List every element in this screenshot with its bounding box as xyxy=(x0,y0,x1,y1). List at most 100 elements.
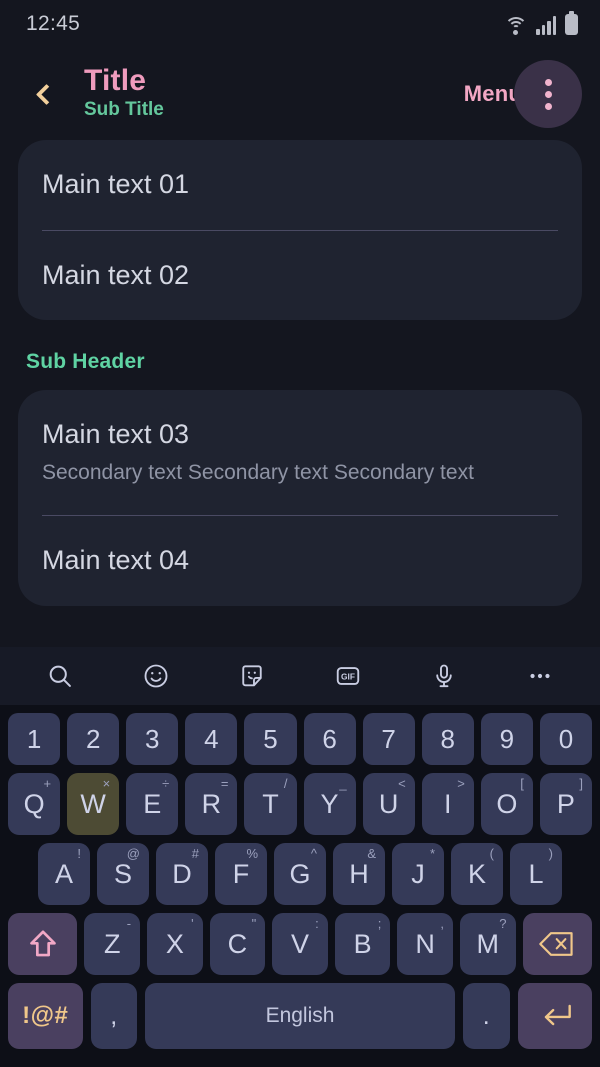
shift-arrow-icon xyxy=(29,930,56,957)
key-t[interactable]: / T xyxy=(244,773,297,835)
key-d-sup: # xyxy=(191,846,199,861)
battery-icon xyxy=(565,10,578,35)
key-o-sup: [ xyxy=(520,776,524,791)
key-2[interactable]: 2 xyxy=(67,713,120,765)
key-x[interactable]: ' X xyxy=(147,913,203,975)
key-q-label: Q xyxy=(23,788,45,819)
back-button[interactable] xyxy=(22,72,66,116)
key-u[interactable]: < U xyxy=(362,773,415,835)
key-6[interactable]: 6 xyxy=(303,713,356,765)
key-p-label: P xyxy=(556,788,575,819)
key-m-label: M xyxy=(476,928,499,959)
key-p[interactable]: ] P xyxy=(539,773,592,835)
card-one: Main text 01 Main text 02 xyxy=(18,140,582,321)
shift-key[interactable] xyxy=(8,913,78,975)
key-m[interactable]: ? M xyxy=(459,913,516,975)
key-e[interactable]: ÷ E xyxy=(126,773,179,835)
key-1[interactable]: 1 xyxy=(8,713,61,765)
key-r[interactable]: = R xyxy=(185,773,238,835)
symbols-key[interactable]: !@# xyxy=(8,983,83,1049)
key-l-label: L xyxy=(528,858,544,889)
key-w[interactable]: × W xyxy=(67,773,120,835)
key-q[interactable]: + Q xyxy=(8,773,61,835)
key-g[interactable]: ^ G xyxy=(274,843,326,905)
key-n-sup: , xyxy=(440,916,444,931)
key-g-sup: ^ xyxy=(310,846,317,861)
key-9[interactable]: 9 xyxy=(480,713,533,765)
key-4[interactable]: 4 xyxy=(185,713,238,765)
key-7[interactable]: 7 xyxy=(362,713,415,765)
microphone-icon[interactable] xyxy=(422,654,466,698)
emoji-icon[interactable] xyxy=(134,654,178,698)
key-i-label: I xyxy=(443,788,452,819)
key-k[interactable]: (K xyxy=(451,843,503,905)
key-t-sup: / xyxy=(283,776,288,791)
key-e-sup: ÷ xyxy=(162,776,170,791)
sticker-icon[interactable] xyxy=(230,654,274,698)
back-chevron-icon xyxy=(35,83,58,105)
list-item-main-text: Main text 01 xyxy=(42,169,190,199)
key-8[interactable]: 8 xyxy=(421,713,474,765)
enter-key[interactable] xyxy=(517,983,593,1049)
key-c[interactable]: " C xyxy=(209,913,266,975)
key-b[interactable]: ; B xyxy=(334,913,391,975)
list-item[interactable]: Main text 01 xyxy=(42,140,558,230)
comma-key[interactable]: , xyxy=(90,983,138,1049)
key-l-sup: ) xyxy=(548,846,553,861)
key-a[interactable]: ! A xyxy=(38,843,90,905)
key-i-sup: > xyxy=(457,776,465,791)
key-v-label: V xyxy=(290,928,309,959)
overflow-menu-icon[interactable] xyxy=(514,60,582,128)
key-3[interactable]: 3 xyxy=(126,713,179,765)
key-s-sup: @ xyxy=(126,846,140,861)
period-key[interactable]: . xyxy=(463,983,510,1049)
key-u-sup: < xyxy=(398,776,406,791)
list-item-main-text: Main text 04 xyxy=(42,545,190,576)
key-5[interactable]: 5 xyxy=(244,713,297,765)
status-icons xyxy=(504,10,578,35)
list-item-secondary-text: Secondary text Secondary text Secondary … xyxy=(42,461,474,485)
keyboard-row-top: + Q × W ÷ E = R / T _ Y < U > I [O ] P xyxy=(4,773,596,835)
gif-icon[interactable]: GIF xyxy=(326,654,370,698)
key-f[interactable]: % F xyxy=(215,843,267,905)
more-options-icon[interactable] xyxy=(518,654,562,698)
keyboard-row-numbers: 1 2 3 4 5 6 7 8 9 0 xyxy=(4,713,596,765)
key-b-label: B xyxy=(353,928,372,959)
list-item[interactable]: Main text 04 xyxy=(42,516,558,606)
backspace-key[interactable] xyxy=(522,913,592,975)
key-j[interactable]: * J xyxy=(392,843,444,905)
key-w-label: W xyxy=(80,788,106,819)
list-item[interactable]: Main text 03 Secondary text Secondary te… xyxy=(42,390,558,515)
key-a-sup: ! xyxy=(77,846,81,861)
key-g-label: G xyxy=(289,858,311,889)
key-w-sup: × xyxy=(102,776,111,791)
key-d-label: D xyxy=(172,858,192,889)
key-x-label: X xyxy=(165,928,184,959)
key-j-label: J xyxy=(411,858,425,889)
enter-return-icon xyxy=(544,1004,571,1026)
key-0[interactable]: 0 xyxy=(539,713,592,765)
keyboard-row-bottom: !@# , English . xyxy=(4,983,596,1049)
keyboard-row-bottom-letters: -Z ' X " C :V ; B ,N ? M xyxy=(4,913,596,975)
key-f-sup: % xyxy=(246,846,258,861)
key-d[interactable]: # D xyxy=(156,843,208,905)
key-b-sup: ; xyxy=(377,916,382,931)
key-v[interactable]: :V xyxy=(272,913,328,975)
svg-text:GIF: GIF xyxy=(341,672,355,682)
key-n[interactable]: ,N xyxy=(397,913,453,975)
key-c-sup: " xyxy=(251,916,257,931)
key-l[interactable]: ) L xyxy=(510,843,562,905)
key-h[interactable]: & H xyxy=(333,843,385,905)
key-p-sup: ] xyxy=(579,776,583,791)
space-key[interactable]: English xyxy=(145,983,455,1049)
list-item[interactable]: Main text 02 xyxy=(42,231,558,321)
key-i[interactable]: > I xyxy=(421,773,474,835)
search-icon[interactable] xyxy=(38,654,82,698)
key-z[interactable]: -Z xyxy=(84,913,141,975)
wifi-icon xyxy=(504,16,527,35)
key-s[interactable]: @ S xyxy=(97,843,149,905)
key-y[interactable]: _ Y xyxy=(303,773,356,835)
key-a-label: A xyxy=(54,858,73,889)
key-o[interactable]: [O xyxy=(480,773,533,835)
key-z-label: Z xyxy=(104,928,121,959)
